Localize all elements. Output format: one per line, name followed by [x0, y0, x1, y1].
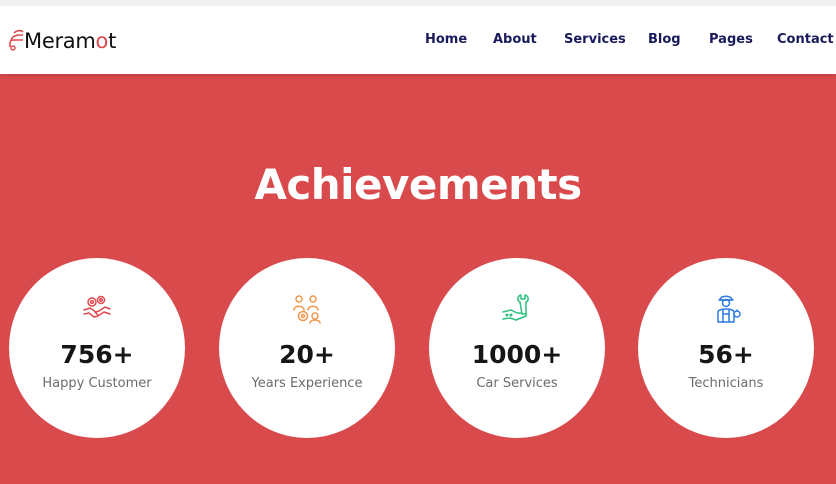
- stat-label: Happy Customer: [42, 376, 152, 391]
- stat-label: Technicians: [688, 376, 764, 391]
- nav-blog-link[interactable]: Blog: [648, 32, 681, 47]
- stat-card-car-services: 1000+ Car Services: [429, 258, 605, 438]
- nav-contact-link[interactable]: Contact: [777, 32, 834, 47]
- section-title: Achievements: [254, 160, 582, 209]
- stat-card-years-experience: 20+ Years Experience: [219, 258, 395, 438]
- team-gear-icon: [293, 295, 321, 324]
- navbar: Meramot Home About Services Blog Pages C…: [0, 6, 836, 74]
- main-nav: Home About Services Blog Pages Contact: [0, 32, 836, 52]
- stat-value: 56+: [698, 340, 754, 369]
- stat-value: 20+: [279, 340, 335, 369]
- nav-pages-link[interactable]: Pages: [709, 32, 753, 47]
- handshake-gears-icon: [83, 295, 111, 318]
- stat-card-technicians: 56+ Technicians: [638, 258, 814, 438]
- nav-services-link[interactable]: Services: [564, 32, 626, 47]
- nav-home-link[interactable]: Home: [425, 32, 467, 47]
- nav-about-link[interactable]: About: [493, 32, 537, 47]
- wrench-hand-icon: [502, 294, 529, 321]
- stat-label: Car Services: [476, 376, 558, 391]
- mechanic-icon: [717, 295, 741, 323]
- stat-value: 756+: [60, 340, 134, 369]
- stat-card-happy-customer: 756+ Happy Customer: [9, 258, 185, 438]
- stat-value: 1000+: [471, 340, 563, 369]
- stat-label: Years Experience: [251, 376, 363, 391]
